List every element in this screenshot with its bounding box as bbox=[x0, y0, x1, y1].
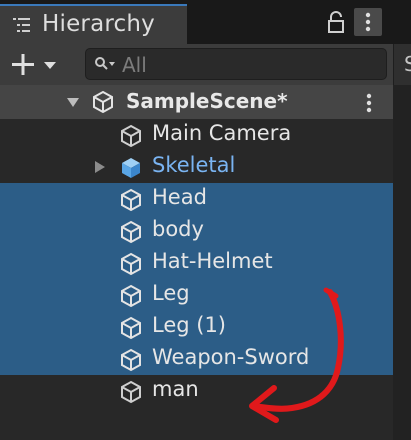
hierarchy-list-icon bbox=[13, 18, 30, 32]
tab-menu-button[interactable] bbox=[354, 8, 382, 36]
scene-header[interactable]: SampleScene* bbox=[0, 85, 393, 119]
hierarchy-item-label: Leg bbox=[152, 281, 190, 305]
gameobject-cube-icon bbox=[121, 252, 141, 276]
unity-logo-icon bbox=[93, 90, 113, 114]
search-input[interactable] bbox=[120, 51, 374, 79]
kebab-menu-icon bbox=[365, 12, 371, 32]
collapsed-arrow-icon[interactable] bbox=[94, 160, 106, 174]
expand-arrow-icon[interactable] bbox=[66, 96, 80, 108]
gameobject-cube-icon bbox=[121, 284, 141, 308]
add-object-button[interactable] bbox=[12, 53, 62, 77]
hierarchy-item-hat-helmet[interactable]: Hat-Helmet bbox=[0, 247, 393, 279]
panel-divider bbox=[393, 85, 411, 440]
hierarchy-item-skeletal[interactable]: Skeletal bbox=[0, 151, 393, 183]
gameobject-cube-icon bbox=[121, 316, 141, 340]
gameobject-cube-icon bbox=[121, 220, 141, 244]
hierarchy-item-label: Leg (1) bbox=[152, 313, 227, 337]
adjacent-panel-letter: S bbox=[404, 52, 411, 76]
annotation-arrow-icon bbox=[249, 287, 344, 423]
adjacent-panel-edge: S bbox=[393, 44, 411, 85]
tab-bar: Hierarchy bbox=[0, 0, 411, 44]
search-field[interactable] bbox=[85, 48, 387, 80]
search-icon bbox=[95, 57, 115, 70]
hierarchy-item-label: man bbox=[152, 377, 199, 401]
scene-name: SampleScene* bbox=[126, 89, 288, 113]
scene-menu-icon[interactable] bbox=[364, 92, 374, 114]
hierarchy-toolbar bbox=[0, 44, 411, 85]
hierarchy-item-head[interactable]: Head bbox=[0, 183, 393, 215]
prefab-cube-icon bbox=[122, 158, 140, 178]
hierarchy-item-label: Skeletal bbox=[152, 153, 236, 177]
hierarchy-item-body[interactable]: body bbox=[0, 215, 393, 247]
tab-hierarchy[interactable]: Hierarchy bbox=[0, 4, 187, 44]
gameobject-cube-icon bbox=[121, 124, 141, 148]
hierarchy-item-label: Hat-Helmet bbox=[152, 249, 273, 273]
hierarchy-item-label: Main Camera bbox=[152, 121, 292, 145]
lock-icon[interactable] bbox=[326, 10, 346, 34]
tab-title: Hierarchy bbox=[42, 11, 155, 37]
hierarchy-item-label: body bbox=[152, 217, 204, 241]
gameobject-cube-icon bbox=[121, 188, 141, 212]
gameobject-cube-icon bbox=[121, 380, 141, 404]
gameobject-cube-icon bbox=[121, 348, 141, 372]
hierarchy-item-label: Head bbox=[152, 185, 207, 209]
hierarchy-item-main-camera[interactable]: Main Camera bbox=[0, 119, 393, 151]
